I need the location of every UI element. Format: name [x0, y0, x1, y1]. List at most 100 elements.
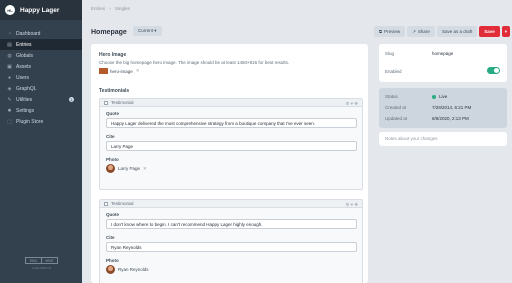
edition-left: ENG [30, 258, 37, 263]
nav-label: Entries [16, 41, 32, 48]
utilities-icon: ✎ [7, 96, 12, 103]
quote-input[interactable]: I don't know where to begin. I can't rec… [106, 219, 357, 229]
nav-item-settings[interactable]: ✹ Settings [0, 105, 82, 116]
enabled-label: Enabled [385, 69, 402, 74]
block-select-checkbox[interactable] [104, 100, 108, 105]
live-status-icon [432, 94, 436, 99]
slug-input[interactable]: homepage [432, 51, 453, 56]
status-text: Live [439, 94, 448, 99]
cite-input[interactable]: Larry Page [106, 141, 357, 151]
quote-label: Quote [106, 111, 119, 116]
nav-item-assets[interactable]: ▣ Assets [0, 61, 82, 72]
settings-icon: ✹ [7, 107, 12, 114]
photo-chip[interactable]: Larry Page ✕ [106, 164, 147, 173]
cite-label: Cite [106, 134, 115, 139]
photo-chip[interactable]: Ryan Reynolds [106, 265, 149, 274]
status-value: Live [432, 94, 447, 99]
share-button[interactable]: ↗ Share [407, 26, 435, 37]
nav-item-globals[interactable]: ◍ Globals [0, 50, 82, 61]
cite-input[interactable]: Ryan Reynolds [106, 242, 357, 252]
save-draft-button[interactable]: Save as a draft [436, 26, 478, 37]
nav-item-utilities[interactable]: ✎ Utilities 1 [0, 94, 82, 105]
users-icon: ● [7, 74, 12, 81]
page-header: Homepage Current ▾ ⧉ Preview ↗ Share Save … [82, 22, 512, 42]
block-header[interactable]: Testimonial [100, 200, 362, 208]
page-title: Homepage [91, 28, 127, 36]
nav-label: Users [16, 74, 30, 81]
testimonial-block: Testimonial ⚙ ▾ ✥ Quote Happy Lager deli… [99, 98, 363, 190]
notes-input[interactable]: Notes about your changes [379, 132, 507, 146]
preview-icon: ⧉ [378, 29, 383, 34]
created-value: 7/29/2014, 6:21 PM [432, 105, 472, 110]
share-icon: ↗ [412, 28, 416, 34]
site-selector[interactable]: Current ▾ [133, 26, 162, 36]
entries-icon: ▤ [7, 41, 12, 48]
nav-item-users[interactable]: ● Users [0, 72, 82, 83]
edition-badge[interactable]: ENG VENT [25, 257, 58, 264]
hero-instructions: Choose the big homepage hero image. The … [99, 60, 290, 65]
slug-label: Slug [385, 51, 395, 56]
nav-item-graphql[interactable]: ◈ GraphQL [0, 83, 82, 94]
nav-item-entries[interactable]: ▤ Entries [0, 39, 82, 50]
nav-label: Globals [16, 52, 33, 59]
nav-label: GraphQL [16, 85, 37, 92]
nav-label: Dashboard [16, 30, 41, 37]
status-label: Status [385, 94, 398, 99]
status-panel: Status Live Created at 7/29/2014, 6:21 P… [379, 88, 507, 128]
graphql-icon: ◈ [7, 85, 12, 92]
plugin-store-icon: ⬚ [7, 118, 12, 125]
cite-label: Cite [106, 235, 115, 240]
craft-version: Craft CMS 3.5 [31, 266, 51, 270]
block-select-checkbox[interactable] [104, 201, 108, 206]
hero-asset-name: hero-image [110, 68, 133, 74]
block-type: Testimonial [111, 100, 134, 105]
hero-field: Hero Image Choose the big homepage hero … [99, 52, 289, 76]
breadcrumb: Entries › Singles [91, 6, 130, 11]
updated-label: Updated at [385, 116, 408, 121]
brand-bar[interactable]: HL Happy Lager [0, 0, 82, 20]
remove-icon[interactable]: ✕ [143, 166, 147, 172]
nav-item-plugin-store[interactable]: ⬚ Plugin Store [0, 116, 82, 127]
edition-right: VENT [41, 258, 57, 263]
updated-value: 8/8/2020, 2:13 PM [432, 116, 469, 121]
preview-button[interactable]: ⧉ Preview [373, 26, 406, 37]
entry-content: Hero Image Choose the big homepage hero … [91, 44, 368, 283]
photo-name: Ryan Reynolds [118, 267, 149, 272]
hero-asset-chip[interactable]: hero-image ✕ [99, 68, 140, 74]
breadcrumb-entries[interactable]: Entries [91, 6, 105, 11]
dashboard-icon: ◔ [7, 30, 12, 37]
nav-item-dashboard[interactable]: ◔ Dashboard [0, 28, 82, 39]
photo-name: Larry Page [118, 166, 141, 171]
assets-icon: ▣ [7, 63, 12, 70]
header-actions: ⧉ Preview ↗ Share Save as a draft Save ▾ [373, 26, 510, 37]
nav-label: Assets [16, 63, 32, 70]
avatar [106, 164, 115, 173]
sidebar: HL Happy Lager ◔ Dashboard ▤ Entries ◍ Glob… [0, 0, 82, 283]
remove-icon[interactable]: ✕ [136, 68, 140, 74]
save-menu-toggle[interactable]: ▾ [501, 26, 510, 37]
block-settings-icon[interactable]: ⚙ ▾ ✥ [345, 202, 358, 208]
save-button[interactable]: Save [479, 26, 500, 37]
main-nav: ◔ Dashboard ▤ Entries ◍ Globals ▣ Assets ● Us… [0, 28, 82, 127]
site-name: Happy Lager [20, 6, 60, 14]
main-area: Entries › Singles Homepage Current ▾ ⧉ Pr… [82, 0, 512, 283]
testimonial-block: Testimonial ⚙ ▾ ✥ Quote I don't know whe… [99, 199, 363, 283]
nav-label: Plugin Store [16, 118, 44, 125]
block-type: Testimonial [111, 201, 134, 206]
globals-icon: ◍ [7, 52, 12, 59]
nav-label: Settings [16, 107, 35, 114]
share-label: Share [417, 29, 430, 34]
enabled-toggle[interactable] [487, 67, 500, 74]
created-label: Created at [385, 105, 407, 110]
block-header[interactable]: Testimonial [100, 99, 362, 107]
quote-label: Quote [106, 212, 119, 217]
quote-input[interactable]: Happy Lager delivered the most comprehen… [106, 118, 357, 128]
avatar [106, 265, 115, 274]
block-settings-icon[interactable]: ⚙ ▾ ✥ [345, 101, 358, 107]
meta-panel: Slug homepage Enabled [379, 44, 507, 82]
breadcrumb-separator: › [109, 6, 111, 11]
site-logo: HL [5, 5, 15, 15]
testimonials-label: Testimonials [99, 88, 130, 94]
breadcrumb-singles[interactable]: Singles [115, 6, 130, 11]
nav-label: Utilities [16, 96, 33, 103]
